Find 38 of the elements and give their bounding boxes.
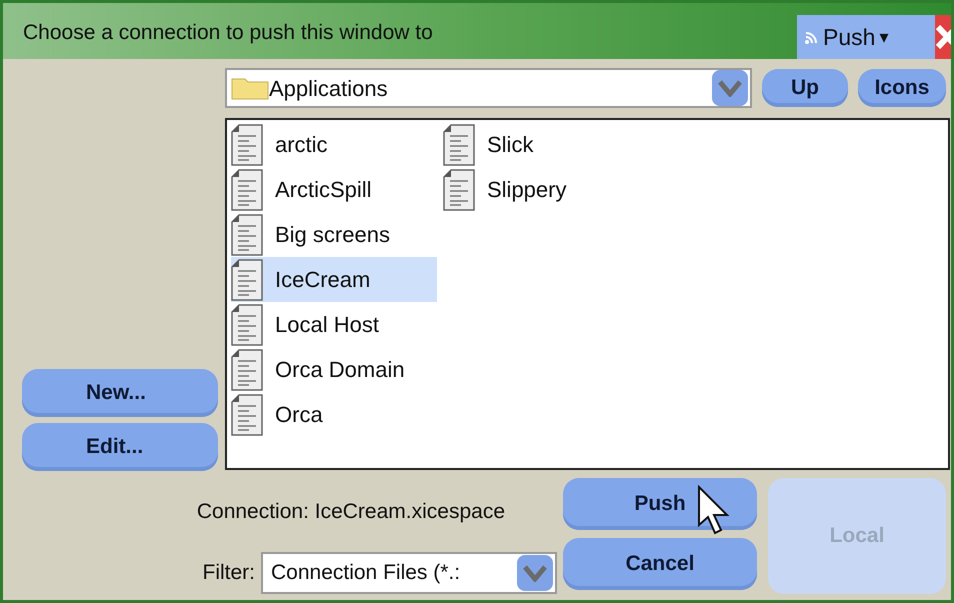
document-icon: [231, 394, 263, 436]
dropdown-arrow-button[interactable]: [517, 554, 553, 590]
signal-icon: [805, 30, 819, 44]
chevron-down-icon: [718, 79, 742, 97]
folder-icon: [231, 76, 269, 100]
filter-label: Filter:: [202, 560, 255, 586]
close-button[interactable]: [935, 15, 951, 59]
document-icon: [231, 348, 263, 390]
connection-label: Connection: IceCream.xicespace: [196, 499, 505, 525]
action-button[interactable]: Edit...: [22, 423, 218, 471]
action-button[interactable]: Cancel: [563, 538, 757, 590]
close-icon: [935, 24, 951, 50]
document-icon: [231, 214, 263, 256]
file-item[interactable]: Orca: [231, 392, 437, 437]
action-button[interactable]: Icons: [858, 69, 946, 107]
document-icon: [231, 124, 263, 166]
file-item[interactable]: IceCream: [231, 257, 437, 302]
document-icon: [231, 168, 263, 210]
location-field[interactable]: Applications: [225, 68, 752, 108]
file-item[interactable]: Slick: [443, 122, 649, 167]
action-button[interactable]: Up: [762, 69, 848, 107]
document-icon: [231, 304, 263, 346]
window-title: Choose a connection to push this window to: [23, 20, 433, 46]
file-item[interactable]: Local Host: [231, 302, 437, 347]
file-item[interactable]: Slippery: [443, 167, 649, 212]
push-menu-button[interactable]: Push ▾: [797, 15, 935, 59]
document-icon: [231, 258, 263, 300]
document-icon: [443, 168, 475, 210]
action-button[interactable]: Push: [563, 478, 757, 530]
document-icon: [443, 124, 475, 166]
chevron-down-icon: [523, 564, 547, 582]
dropdown-arrow-button[interactable]: [712, 70, 748, 106]
file-item[interactable]: Big screens: [231, 212, 437, 257]
file-item[interactable]: Orca Domain: [231, 347, 437, 392]
filter-field[interactable]: Connection Files (*.:: [261, 552, 557, 594]
file-item[interactable]: ArcticSpill: [231, 167, 437, 212]
file-item[interactable]: arctic: [231, 122, 437, 167]
action-button[interactable]: New...: [22, 369, 218, 417]
